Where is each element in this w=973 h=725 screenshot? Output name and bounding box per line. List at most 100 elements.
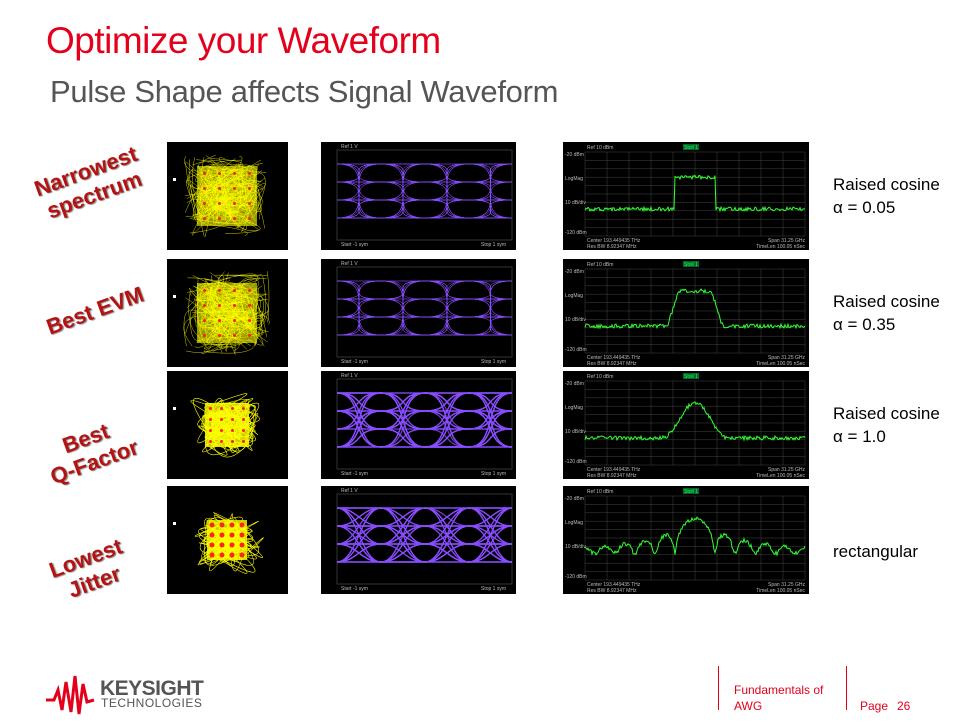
- constellation-point: [209, 542, 215, 548]
- constellation-point: [233, 172, 236, 175]
- spectrum-scale: LogMag: [565, 520, 583, 526]
- constellation-point: [209, 407, 212, 410]
- constellation-point: [242, 429, 245, 432]
- constellation-point: [220, 440, 223, 443]
- constellation-point: [220, 407, 223, 410]
- constellation-point: [218, 202, 221, 205]
- constellation-point: [233, 202, 236, 205]
- constellation-point: [220, 418, 223, 421]
- spectrum-scale: LogMag: [565, 293, 583, 299]
- spectrum-scale: LogMag: [565, 176, 583, 182]
- pulse-shape-description: Raised cosine α = 0.35: [833, 290, 940, 336]
- constellation-point: [233, 304, 236, 307]
- doc-title-line1: Fundamentals of: [734, 683, 824, 697]
- footer-divider: [718, 666, 719, 710]
- spectrum-marker: Stoll 1: [684, 489, 698, 495]
- spectrum-bottom: -120 dBm: [565, 459, 587, 465]
- spectrum-rbw: Res BW 8.92347 MHz: [587, 244, 637, 250]
- spectrum-div: 10 dB/div: [565, 200, 586, 206]
- constellation-point: [209, 429, 212, 432]
- keysight-wave-icon: [46, 675, 95, 715]
- constellation-point: [248, 319, 251, 322]
- constellation-point: [209, 532, 215, 538]
- constellation-point: [203, 319, 206, 322]
- constellation-point: [219, 532, 225, 538]
- doc-title-line2: AWG: [734, 699, 763, 713]
- constellation-point: [248, 217, 251, 220]
- constellation-point: [231, 407, 234, 410]
- constellation-point: [233, 334, 236, 337]
- pulse-shape-alpha: α = 0.05: [833, 198, 896, 217]
- spectrum-bottom: -120 dBm: [565, 230, 587, 236]
- constellation-point: [229, 542, 235, 548]
- constellation-point: [229, 552, 235, 558]
- constellation-point: [239, 532, 245, 538]
- constellation-point: [203, 217, 206, 220]
- spectrum-rbw: Res BW 8.92347 MHz: [587, 361, 637, 367]
- row-label: Best Q-Factor: [11, 401, 169, 499]
- pulse-shape-alpha: α = 0.35: [833, 315, 896, 334]
- constellation-plot: [167, 486, 288, 594]
- constellation-point: [218, 217, 221, 220]
- constellation-point: [218, 187, 221, 190]
- eye-stop-text: Stop 1 sym: [481, 471, 506, 477]
- constellation-point: [203, 187, 206, 190]
- page-label: Page: [860, 699, 889, 713]
- spectrum-ref: Ref 10 dBm: [587, 489, 613, 495]
- constellation-point: [203, 334, 206, 337]
- spectrum-div: 10 dB/div: [565, 317, 586, 323]
- pulse-shape-description: Raised cosine α = 0.05: [833, 173, 940, 219]
- constellation-point: [220, 429, 223, 432]
- constellation-point: [219, 552, 225, 558]
- constellation-point: [229, 532, 235, 538]
- eye-start-text: Start -1 sym: [341, 586, 368, 592]
- constellation-point: [242, 407, 245, 410]
- constellation-point: [242, 440, 245, 443]
- eye-start-text: Start -1 sym: [341, 242, 368, 248]
- spectrum-bottom: -120 dBm: [565, 574, 587, 580]
- spectrum-rbw: Res BW 8.92347 MHz: [587, 588, 637, 594]
- spectrum-ref: Ref 10 dBm: [587, 145, 613, 151]
- eye-ref-text: Ref 1 V: [341, 261, 358, 267]
- eye-stop-text: Stop 1 sym: [481, 359, 506, 365]
- spectrum-bottom: -120 dBm: [565, 347, 587, 353]
- pulse-shape-name: Raised cosine: [833, 404, 940, 423]
- spectrum-plot: Ref 10 dBm Stoll 1 -20 dBm LogMag 10 dB/div -…: [563, 371, 809, 479]
- spectrum-marker: Stoll 1: [684, 262, 698, 268]
- constellation-point: [218, 319, 221, 322]
- constellation-plot: [167, 371, 288, 479]
- eye-diagram: Ref 1 V Start -1 sym Stop 1 sym: [321, 371, 516, 479]
- spectrum-timelen: TimeLen 100.05 nSec: [756, 244, 805, 250]
- constellation-point: [218, 304, 221, 307]
- constellation-point: [248, 187, 251, 190]
- constellation-point: [248, 304, 251, 307]
- eye-ref-text: Ref 1 V: [341, 144, 358, 150]
- row-label-line: Best EVM: [43, 281, 147, 340]
- constellation-point: [218, 334, 221, 337]
- row-label: Narrowest spectrum: [11, 134, 169, 232]
- constellation-point: [209, 522, 215, 528]
- constellation-point: [248, 334, 251, 337]
- constellation-point: [248, 172, 251, 175]
- constellation-point: [203, 289, 206, 292]
- spectrum-marker: Stoll 1: [684, 145, 698, 151]
- slide-subtitle: Pulse Shape affects Signal Waveform: [50, 74, 559, 109]
- spectrum-ref: Ref 10 dBm: [587, 262, 613, 268]
- eye-ref-text: Ref 1 V: [341, 488, 358, 494]
- spectrum-top: -20 dBm: [565, 152, 584, 158]
- spectrum-div: 10 dB/div: [565, 429, 586, 435]
- slide-title: Optimize your Waveform: [46, 20, 441, 61]
- constellation-point: [231, 440, 234, 443]
- pulse-shape-description: Raised cosine α = 1.0: [833, 402, 940, 448]
- constellation-point: [203, 304, 206, 307]
- logo-technologies: TECHNOLOGIES: [101, 696, 203, 710]
- constellation-point: [239, 522, 245, 528]
- pulse-shape-description: rectangular: [833, 540, 918, 563]
- constellation-point: [229, 522, 235, 528]
- footer-divider: [846, 666, 847, 710]
- eye-ref-text: Ref 1 V: [341, 373, 358, 379]
- eye-start-text: Start -1 sym: [341, 359, 368, 365]
- eye-start-text: Start -1 sym: [341, 471, 368, 477]
- pulse-shape-name: Raised cosine: [833, 292, 940, 311]
- page-number: 26: [897, 699, 911, 713]
